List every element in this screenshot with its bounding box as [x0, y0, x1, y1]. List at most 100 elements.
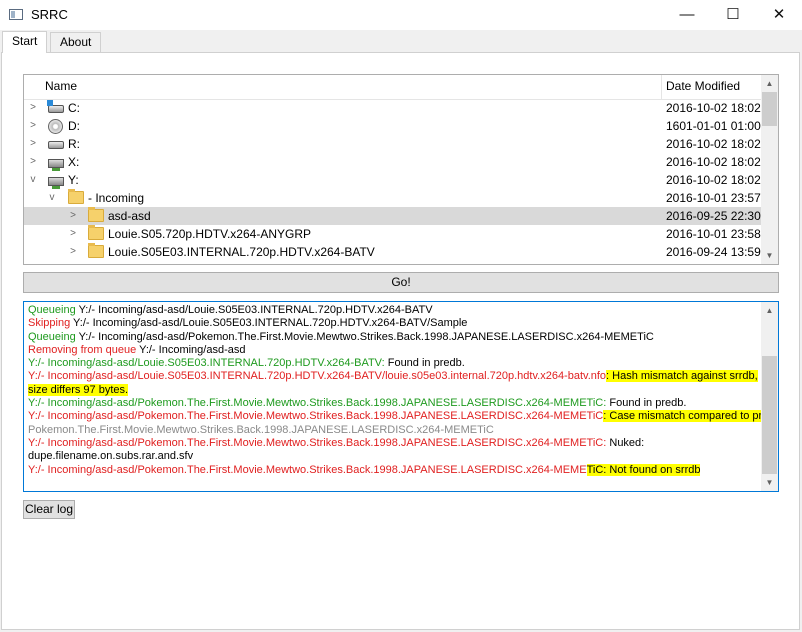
- log-content: Queueing Y:/- Incoming/asd-asd/Louie.S05…: [28, 304, 778, 477]
- log-path: Y:/- Incoming/asd-asd/Pokemon.The.First.…: [28, 463, 587, 476]
- tree-header: Name Date Modified: [24, 75, 762, 100]
- tree-row-louie-batv[interactable]: > Louie.S05E03.INTERNAL.720p.HDTV.x264-B…: [24, 243, 762, 261]
- log-line: Y:/- Incoming/asd-asd/Pokemon.The.First.…: [28, 437, 758, 450]
- column-header-date[interactable]: Date Modified: [666, 79, 740, 93]
- tree-row-x[interactable]: > X: 2016-10-02 18:02: [24, 153, 762, 171]
- log-highlight: size differs 97 bytes.: [28, 383, 129, 396]
- log-message: Nuked:: [606, 436, 645, 449]
- scroll-thumb[interactable]: [762, 92, 777, 126]
- folder-icon: [88, 207, 104, 222]
- tree-row-y[interactable]: v Y: 2016-10-02 18:02: [24, 171, 762, 189]
- log-line: Queueing Y:/- Incoming/asd-asd/Pokemon.T…: [28, 331, 758, 344]
- system-drive-icon: [47, 100, 64, 113]
- log-highlight: : Hash mismatch against srrdb,: [606, 370, 758, 383]
- folder-icon: [68, 189, 84, 204]
- log-path: Y:/- Incoming/asd-asd: [136, 343, 246, 356]
- log-line: Y:/- Incoming/asd-asd/Pokemon.The.First.…: [28, 463, 758, 477]
- log-line: size differs 97 bytes.: [28, 383, 758, 397]
- column-divider[interactable]: [661, 75, 662, 99]
- tree-row-r[interactable]: > R: 2016-10-02 18:02: [24, 135, 762, 153]
- scroll-down-icon[interactable]: ▼: [761, 247, 778, 264]
- minimize-button[interactable]: —: [664, 0, 710, 30]
- log-message: Found in predb.: [606, 397, 687, 410]
- tab-bar: Start About: [0, 31, 802, 53]
- log-scrollbar[interactable]: ▲ ▼: [761, 302, 778, 491]
- tree-row-date: 2016-10-01 23:57: [666, 191, 761, 205]
- chevron-right-icon[interactable]: >: [28, 138, 38, 150]
- log-path: Y:/- Incoming/asd-asd/Louie.S05E03.INTER…: [28, 357, 385, 370]
- tree-row-date: 2016-10-02 18:02: [666, 137, 761, 151]
- log-line: Y:/- Incoming/asd-asd/Louie.S05E03.INTER…: [28, 370, 758, 383]
- app-icon: [9, 9, 23, 20]
- tree-row-louie-anygrp[interactable]: > Louie.S05.720p.HDTV.x264-ANYGRP 2016-1…: [24, 225, 762, 243]
- scroll-down-icon[interactable]: ▼: [761, 474, 778, 491]
- tree-row-name: C:: [68, 101, 80, 115]
- tree-row-d[interactable]: > D: 1601-01-01 01:00: [24, 117, 762, 135]
- log-message: Found in predb.: [384, 357, 465, 370]
- tree-row-name: - Incoming: [88, 191, 145, 205]
- tree-row-date: 1601-01-01 01:00: [666, 119, 761, 133]
- tree-row-name: R:: [68, 137, 80, 151]
- log-status: Removing from queue: [28, 343, 137, 356]
- tree-row-date: 2016-10-02 18:02: [666, 155, 761, 169]
- log-line: Pokemon.The.First.Movie.Mewtwo.Strikes.B…: [28, 423, 494, 436]
- log-status: Skipping: [28, 317, 71, 330]
- tree-row-c[interactable]: > C: 2016-10-02 18:02: [24, 99, 762, 117]
- log-path: Y:/- Incoming/asd-asd/Pokemon.The.First.…: [28, 397, 607, 410]
- tree-row-name: D:: [68, 119, 80, 133]
- log-output[interactable]: Queueing Y:/- Incoming/asd-asd/Louie.S05…: [23, 301, 779, 492]
- network-drive-icon: [48, 177, 64, 189]
- log-line: dupe.filename.on.subs.rar.and.sfv: [28, 450, 194, 463]
- scroll-up-icon[interactable]: ▲: [761, 75, 778, 92]
- tree-row-name: Y:: [68, 173, 79, 187]
- tree-row-name: X:: [68, 155, 80, 169]
- tree-row-asd-asd[interactable]: > asd-asd 2016-09-25 22:30: [24, 207, 762, 225]
- column-header-name[interactable]: Name: [45, 79, 77, 93]
- chevron-right-icon[interactable]: >: [68, 246, 78, 258]
- log-line: Y:/- Incoming/asd-asd/Louie.S05E03.INTER…: [28, 357, 758, 370]
- log-path: Y:/- Incoming/asd-asd/Pokemon.The.First.…: [28, 410, 604, 423]
- chevron-right-icon[interactable]: >: [28, 156, 38, 168]
- chevron-down-icon[interactable]: v: [28, 174, 38, 186]
- tree-scrollbar[interactable]: ▲ ▼: [761, 75, 778, 264]
- close-button[interactable]: ✕: [756, 0, 802, 30]
- log-status: Queueing: [28, 304, 76, 316]
- log-path: Y:/- Incoming/asd-asd/Louie.S05E03.INTER…: [70, 317, 468, 330]
- tree-row-date: 2016-10-02 18:02: [666, 173, 761, 187]
- tree-row-incoming[interactable]: v - Incoming 2016-10-01 23:57: [24, 189, 762, 207]
- optical-drive-icon: [48, 119, 63, 134]
- tab-about[interactable]: About: [50, 32, 102, 52]
- log-status: Queueing: [28, 330, 76, 343]
- go-button[interactable]: Go!: [23, 272, 779, 293]
- tree-row-date: 2016-10-02 18:02: [666, 101, 761, 115]
- log-path: Y:/- Incoming/asd-asd/Pokemon.The.First.…: [28, 436, 607, 449]
- log-line: Removing from queue Y:/- Incoming/asd-as…: [28, 344, 758, 357]
- chevron-right-icon[interactable]: >: [68, 228, 78, 240]
- tree-row-date: 2016-09-24 13:59: [666, 245, 761, 259]
- log-line: Y:/- Incoming/asd-asd/Pokemon.The.First.…: [28, 410, 778, 423]
- title-bar[interactable]: SRRC — ☐ ✕: [0, 0, 802, 30]
- tree-row-name: asd-asd: [108, 209, 151, 223]
- folder-icon: [88, 225, 104, 240]
- chevron-right-icon[interactable]: >: [68, 210, 78, 222]
- chevron-right-icon[interactable]: >: [28, 120, 38, 132]
- chevron-right-icon[interactable]: >: [28, 102, 38, 114]
- window-title: SRRC: [31, 7, 68, 22]
- file-tree[interactable]: Name Date Modified > C: 2016-10-02 18:02…: [23, 74, 779, 265]
- log-line: Y:/- Incoming/asd-asd/Pokemon.The.First.…: [28, 397, 758, 410]
- scroll-thumb[interactable]: [762, 356, 777, 474]
- tree-row-date: 2016-09-25 22:30: [666, 209, 761, 223]
- maximize-button[interactable]: ☐: [710, 0, 756, 30]
- log-path: Y:/- Incoming/asd-asd/Louie.S05E03.INTER…: [75, 304, 433, 316]
- log-line: Queueing Y:/- Incoming/asd-asd/Louie.S05…: [28, 304, 758, 317]
- chevron-down-icon[interactable]: v: [47, 192, 57, 204]
- tree-row-name: Louie.S05.720p.HDTV.x264-ANYGRP: [108, 227, 312, 241]
- tab-start[interactable]: Start: [2, 31, 48, 53]
- log-path: Y:/- Incoming/asd-asd/Louie.S05E03.INTER…: [28, 370, 607, 383]
- network-drive-icon: [48, 159, 64, 171]
- clear-log-button[interactable]: Clear log: [23, 500, 75, 519]
- log-path: Y:/- Incoming/asd-asd/Pokemon.The.First.…: [75, 330, 654, 343]
- tree-row-name: Louie.S05E03.INTERNAL.720p.HDTV.x264-BAT…: [108, 245, 375, 259]
- log-line: Skipping Y:/- Incoming/asd-asd/Louie.S05…: [28, 317, 758, 330]
- scroll-up-icon[interactable]: ▲: [761, 302, 778, 319]
